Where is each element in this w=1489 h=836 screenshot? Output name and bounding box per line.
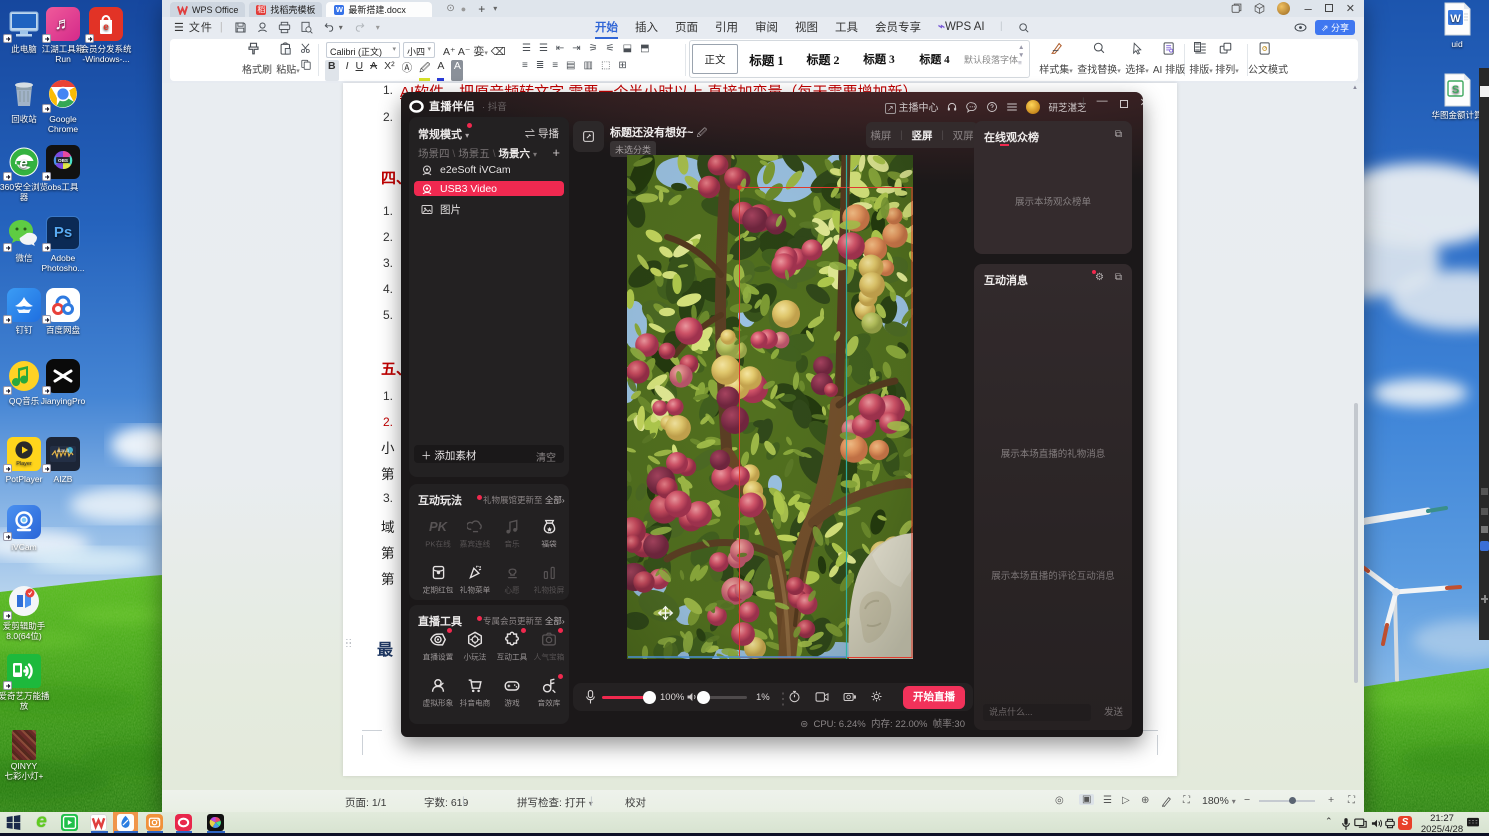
svg-text:AIZB-3: AIZB-3 [57, 448, 70, 453]
svg-text:e: e [19, 155, 27, 172]
svg-text:OBS: OBS [58, 158, 68, 163]
svg-text:S: S [1452, 84, 1459, 96]
svg-text:e: e [103, 22, 109, 33]
svg-text:W: W [1450, 13, 1461, 25]
